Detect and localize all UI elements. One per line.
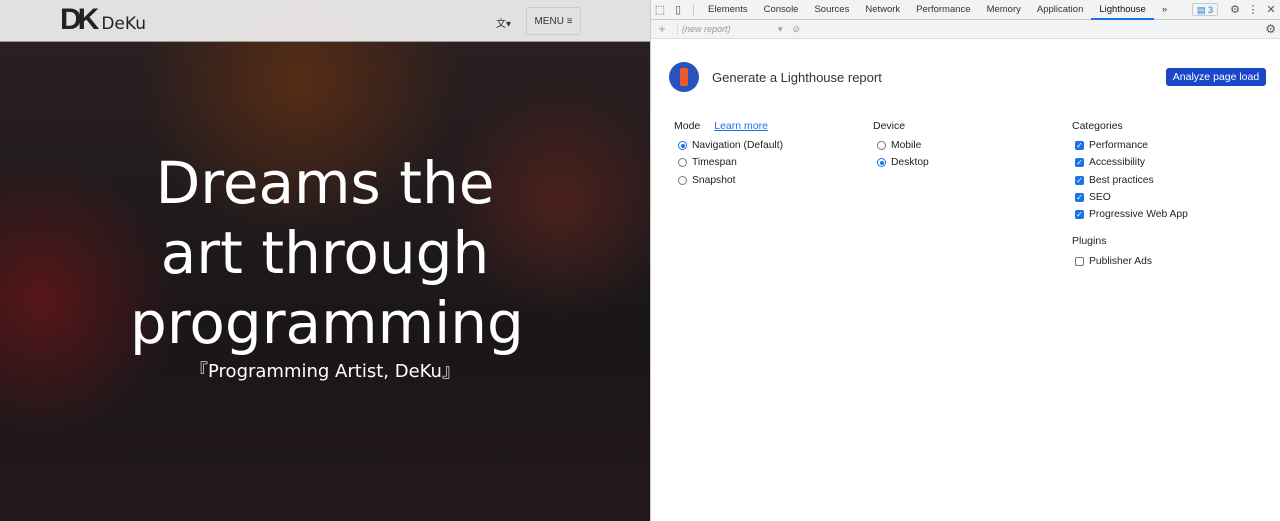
site-navbar: DK DeKu 文▾ MENU ≡ [0, 0, 650, 42]
devtools-tabbar: ⬚ ▯ Elements Console Sources Network Perform… [651, 0, 1280, 20]
checkbox-icon[interactable]: ✓ [1075, 175, 1084, 185]
radio-snapshot[interactable]: Snapshot [674, 172, 783, 189]
gear-icon[interactable]: ⚙ [1265, 22, 1276, 36]
report-select[interactable]: (new report) [682, 24, 778, 34]
checkbox-performance[interactable]: ✓ Performance [1072, 137, 1188, 154]
gear-icon[interactable]: ⚙ [1226, 3, 1244, 16]
learn-more-link[interactable]: Learn more [714, 120, 768, 137]
option-label: Mobile [891, 140, 922, 152]
radio-desktop[interactable]: Desktop [873, 154, 929, 171]
clear-icon[interactable]: ⊘ [793, 24, 801, 35]
option-label: Best practices [1089, 174, 1154, 186]
menu-button[interactable]: MENU ≡ [526, 7, 581, 35]
device-section: Device Mobile Desktop [873, 120, 929, 172]
tab-performance[interactable]: Performance [908, 0, 978, 20]
more-tabs-button[interactable]: » [1154, 0, 1175, 20]
checkbox-icon[interactable] [1075, 256, 1084, 266]
categories-label: Categories [1072, 120, 1123, 132]
checkbox-progressive-web-app[interactable]: ✓ Progressive Web App [1072, 206, 1188, 223]
checkbox-icon[interactable]: ✓ [1075, 141, 1084, 151]
option-label: Timespan [692, 157, 737, 169]
option-label: Desktop [891, 157, 929, 169]
divider [677, 23, 678, 35]
mode-label: Mode [674, 120, 701, 132]
radio-icon[interactable] [877, 141, 886, 151]
device-label: Device [873, 120, 906, 132]
chevron-down-icon[interactable]: ▾ [778, 24, 783, 35]
lighthouse-toolbar: + (new report) ▾ ⊘ ⚙ [651, 20, 1280, 39]
close-icon[interactable]: ✕ [1262, 3, 1280, 16]
tab-sources[interactable]: Sources [806, 0, 857, 20]
option-label: Progressive Web App [1089, 209, 1188, 221]
checkbox-icon[interactable]: ✓ [1075, 158, 1084, 168]
radio-navigation-default[interactable]: Navigation (Default) [674, 137, 783, 154]
option-label: SEO [1089, 192, 1111, 204]
tab-lighthouse[interactable]: Lighthouse [1091, 0, 1154, 20]
mode-section: Mode Learn more Navigation (Default) Times… [674, 120, 783, 189]
option-label: Performance [1089, 140, 1148, 152]
option-label: Publisher Ads [1089, 255, 1152, 267]
hero-subtitle: 『Programming Artist, DeKu』 [190, 361, 460, 382]
issues-badge[interactable]: ▤ 3 [1191, 3, 1218, 16]
lighthouse-logo [669, 62, 699, 92]
radio-mobile[interactable]: Mobile [873, 137, 929, 154]
checkbox-seo[interactable]: ✓ SEO [1072, 189, 1188, 206]
website-view: DK DeKu 文▾ MENU ≡ Dreams the art through … [0, 0, 650, 521]
logo-mark: DK [60, 3, 99, 36]
option-label: Navigation (Default) [692, 140, 783, 152]
tab-console[interactable]: Console [756, 0, 807, 20]
radio-icon[interactable] [678, 158, 687, 168]
option-label: Snapshot [692, 174, 736, 186]
tab-elements[interactable]: Elements [700, 0, 756, 20]
checkbox-accessibility[interactable]: ✓ Accessibility [1072, 154, 1188, 171]
issues-count: 3 [1207, 5, 1213, 15]
tab-application[interactable]: Application [1029, 0, 1091, 20]
checkbox-icon[interactable]: ✓ [1075, 193, 1084, 203]
panel-title: Generate a Lighthouse report [712, 70, 882, 85]
radio-timespan[interactable]: Timespan [674, 154, 783, 171]
option-label: Accessibility [1089, 157, 1146, 169]
radio-icon[interactable] [678, 175, 687, 185]
tab-memory[interactable]: Memory [979, 0, 1029, 20]
divider [693, 3, 694, 16]
checkbox-publisher-ads[interactable]: Publisher Ads [1072, 252, 1188, 269]
plugins-label: Plugins [1072, 235, 1107, 248]
inspect-element-icon[interactable]: ⬚ [651, 3, 669, 16]
plus-icon[interactable]: + [651, 22, 673, 36]
hero-title: Dreams the art through programming [130, 149, 524, 357]
kebab-menu-icon[interactable]: ⋮ [1244, 3, 1262, 16]
site-logo[interactable]: DK DeKu [60, 3, 146, 36]
translate-icon[interactable]: 文▾ [496, 15, 511, 30]
checkbox-best-practices[interactable]: ✓ Best practices [1072, 172, 1188, 189]
radio-icon[interactable] [678, 141, 687, 151]
device-toolbar-icon[interactable]: ▯ [669, 3, 687, 16]
checkbox-icon[interactable]: ✓ [1075, 210, 1084, 220]
devtools-panel: ⬚ ▯ Elements Console Sources Network Perform… [650, 0, 1280, 521]
analyze-page-load-button[interactable]: Analyze page load [1166, 68, 1266, 86]
logo-name: DeKu [101, 14, 146, 34]
radio-icon[interactable] [877, 158, 886, 168]
categories-section: Categories ✓ Performance ✓ Accessibility ✓ Be… [1072, 120, 1188, 270]
tab-network[interactable]: Network [857, 0, 908, 20]
